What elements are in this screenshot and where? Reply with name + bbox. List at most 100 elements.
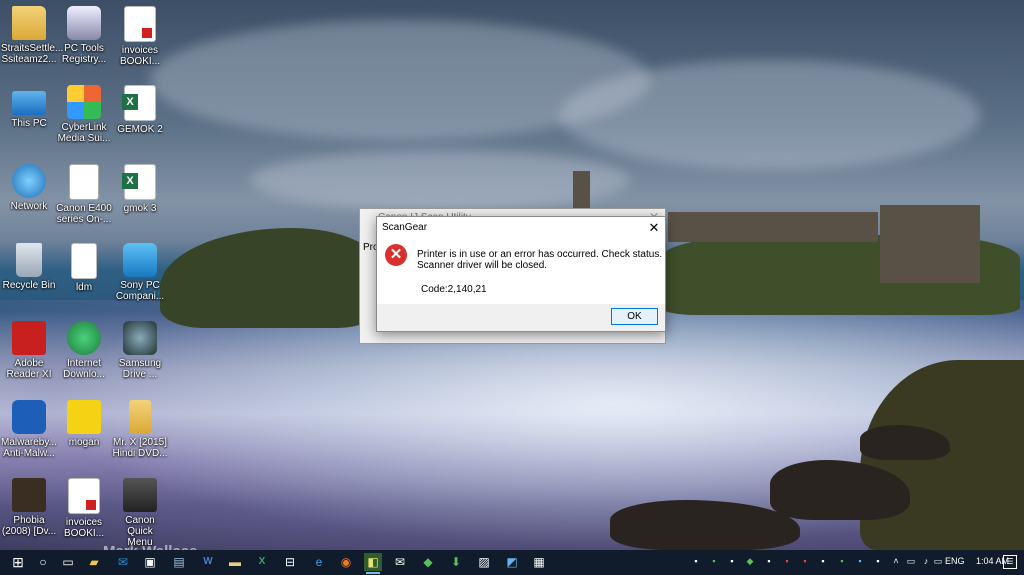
show-hidden-icons-icon[interactable]: ˄ bbox=[890, 555, 902, 567]
desktop-icon-cyberlink[interactable]: CyberLink Media Sui... bbox=[56, 85, 112, 144]
desktop-icon-label: Network bbox=[10, 201, 48, 212]
cyberlink-icon bbox=[67, 85, 101, 119]
photos-icon[interactable]: ▨ bbox=[475, 553, 493, 571]
wallpaper-castle bbox=[668, 212, 878, 242]
desktop-icon-label: Sony PC Compani... bbox=[115, 280, 165, 302]
video-file-icon bbox=[12, 478, 46, 512]
mail-icon[interactable]: ✉ bbox=[391, 553, 409, 571]
excel-icon[interactable]: X bbox=[253, 553, 271, 571]
scan-utility-taskbar-icon[interactable]: ◧ bbox=[364, 553, 382, 574]
desktop-icon-mr-x[interactable]: Mr. X [2015] Hindi DVD... bbox=[112, 400, 168, 459]
excel-file-icon bbox=[122, 85, 156, 121]
tray-app-icon[interactable]: ▪ bbox=[781, 555, 793, 567]
network-icon bbox=[12, 164, 46, 198]
notification-center-icon[interactable]: ☰ bbox=[1003, 555, 1017, 569]
file-explorer-icon[interactable]: ▰ bbox=[85, 553, 103, 571]
language-indicator[interactable]: ENG bbox=[945, 556, 965, 566]
canon-app-icon[interactable]: ▦ bbox=[530, 553, 548, 571]
task-view-icon[interactable]: ▭ bbox=[59, 553, 77, 571]
tray-app-icon[interactable]: ▪ bbox=[726, 555, 738, 567]
desktop-icon-adobe-reader[interactable]: Adobe Reader XI bbox=[1, 321, 57, 380]
desktop-icon-label: CyberLink Media Sui... bbox=[57, 122, 111, 144]
desktop-icon-canon-e400[interactable]: Canon E400 series On-... bbox=[56, 164, 112, 225]
sony-pc-companion-icon bbox=[123, 243, 157, 277]
dialog-button-bar: OK bbox=[377, 304, 665, 331]
desktop-icon-gmok-3[interactable]: gmok 3 bbox=[112, 164, 168, 214]
malwarebytes-icon bbox=[12, 400, 46, 434]
image-file-icon bbox=[67, 400, 101, 434]
search-icon[interactable]: ○ bbox=[34, 553, 52, 571]
wallpaper-castle-tower bbox=[573, 171, 590, 211]
text-file-icon bbox=[71, 243, 97, 279]
tray-app-icon[interactable]: ▪ bbox=[763, 555, 775, 567]
tray-app-icon[interactable]: ▪ bbox=[799, 555, 811, 567]
word-icon[interactable]: W bbox=[199, 553, 217, 571]
desktop-icon-label: GEMOK 2 bbox=[117, 124, 163, 135]
dialog-message: Printer is in use or an error has occurr… bbox=[417, 249, 662, 271]
desktop-icon-label: Adobe Reader XI bbox=[6, 358, 52, 380]
desktop-icon-canon-quick-menu[interactable]: Canon Quick Menu bbox=[112, 478, 168, 548]
desktop-icon-label: ldm bbox=[75, 282, 93, 293]
desktop-icon-label: gmok 3 bbox=[123, 203, 157, 214]
canon-quick-menu-icon bbox=[123, 478, 157, 512]
firefox-icon[interactable]: ◉ bbox=[337, 553, 355, 571]
network-tray-icon[interactable]: ▭ bbox=[905, 555, 917, 567]
tray-app-icon[interactable]: ▪ bbox=[817, 555, 829, 567]
download-manager-icon[interactable]: ⬇ bbox=[447, 553, 465, 571]
message-icon[interactable]: ▭ bbox=[932, 555, 944, 567]
tray-app-icon[interactable]: ▪ bbox=[854, 555, 866, 567]
error-code: Code:2,140,21 bbox=[421, 284, 487, 295]
desktop-icon-label: Recycle Bin bbox=[2, 280, 56, 291]
tray-app-icon[interactable]: ◆ bbox=[744, 555, 756, 567]
desktop-icon-gemok-2[interactable]: GEMOK 2 bbox=[112, 85, 168, 135]
desktop-icon-label: invoices BOOKI... bbox=[63, 517, 104, 539]
ok-button[interactable]: OK bbox=[611, 308, 658, 325]
desktop-icon-label: Internet Downlo... bbox=[63, 358, 105, 380]
image-viewer-icon[interactable]: ◩ bbox=[503, 553, 521, 571]
desktop-icon-phobia[interactable]: Phobia (2008) [Dv... bbox=[1, 478, 57, 537]
desktop-icon-label: Canon E400 series On-... bbox=[56, 203, 112, 225]
computer-icon bbox=[12, 91, 46, 115]
tray-app-icon[interactable]: ▪ bbox=[708, 555, 720, 567]
desktop-icon-straitssettle[interactable]: StraitsSettle... Ssiteamz2... bbox=[1, 6, 63, 65]
desktop-icon-invoices-2[interactable]: invoices BOOKI... bbox=[56, 478, 112, 539]
outlook-icon[interactable]: ✉ bbox=[114, 553, 132, 571]
desktop-icon-idm[interactable]: Internet Downlo... bbox=[56, 321, 112, 380]
desktop-icon-malwarebytes[interactable]: Malwareby... Anti-Malw... bbox=[1, 400, 57, 459]
desktop-icon-sony-pc[interactable]: Sony PC Compani... bbox=[112, 243, 168, 302]
folder-icon bbox=[129, 400, 151, 434]
tray-app-icon[interactable]: ▪ bbox=[836, 555, 848, 567]
desktop-icon-samsung-drive[interactable]: Samsung Drive ... bbox=[112, 321, 168, 380]
desktop-icon-label: mogan bbox=[68, 437, 100, 448]
control-panel-icon[interactable]: ⊟ bbox=[281, 553, 299, 571]
notepad-icon[interactable]: ▬ bbox=[226, 553, 244, 571]
pdf-file-icon bbox=[124, 6, 156, 42]
samsung-drive-icon bbox=[123, 321, 157, 355]
desktop-icon-ldm[interactable]: ldm bbox=[56, 243, 112, 293]
close-icon[interactable]: ✕ bbox=[643, 217, 665, 239]
recycle-bin-icon bbox=[16, 243, 42, 277]
start-button[interactable]: ⊞ bbox=[9, 553, 27, 571]
excel-file-icon bbox=[122, 164, 156, 200]
desktop-icon-pc-tools[interactable]: PC Tools Registry... bbox=[56, 6, 112, 65]
remote-app-icon[interactable]: ▤ bbox=[170, 553, 188, 571]
edge-icon[interactable]: e bbox=[310, 553, 328, 571]
tray-app-icon[interactable]: ▪ bbox=[690, 555, 702, 567]
desktop-icon-mogan[interactable]: mogan bbox=[56, 400, 112, 448]
volume-icon[interactable]: ♪ bbox=[920, 555, 932, 567]
desktop-icon-invoices-1[interactable]: invoices BOOKI... bbox=[112, 6, 168, 67]
tray-app-icon[interactable]: ▪ bbox=[872, 555, 884, 567]
wallpaper-castle bbox=[880, 205, 980, 283]
scangear-error-dialog[interactable]: ScanGear ✕ ✕ Printer is in use or an err… bbox=[376, 216, 666, 332]
dialog-message-line1: Printer is in use or an error has occurr… bbox=[417, 249, 663, 260]
desktop-icon-recycle-bin[interactable]: Recycle Bin bbox=[1, 243, 57, 291]
error-icon: ✕ bbox=[385, 244, 407, 266]
desktop-icon-label: PC Tools Registry... bbox=[61, 43, 107, 65]
desktop-icon-label: invoices BOOKI... bbox=[119, 45, 160, 67]
bird-app-icon[interactable]: ◆ bbox=[419, 553, 437, 571]
store-icon[interactable]: ▣ bbox=[141, 553, 159, 571]
desktop-icon-label: Malwareby... Anti-Malw... bbox=[1, 437, 57, 459]
desktop-icon-this-pc[interactable]: This PC bbox=[1, 85, 57, 129]
desktop-icon-network[interactable]: Network bbox=[1, 164, 57, 212]
wallpaper-headland bbox=[160, 228, 380, 328]
